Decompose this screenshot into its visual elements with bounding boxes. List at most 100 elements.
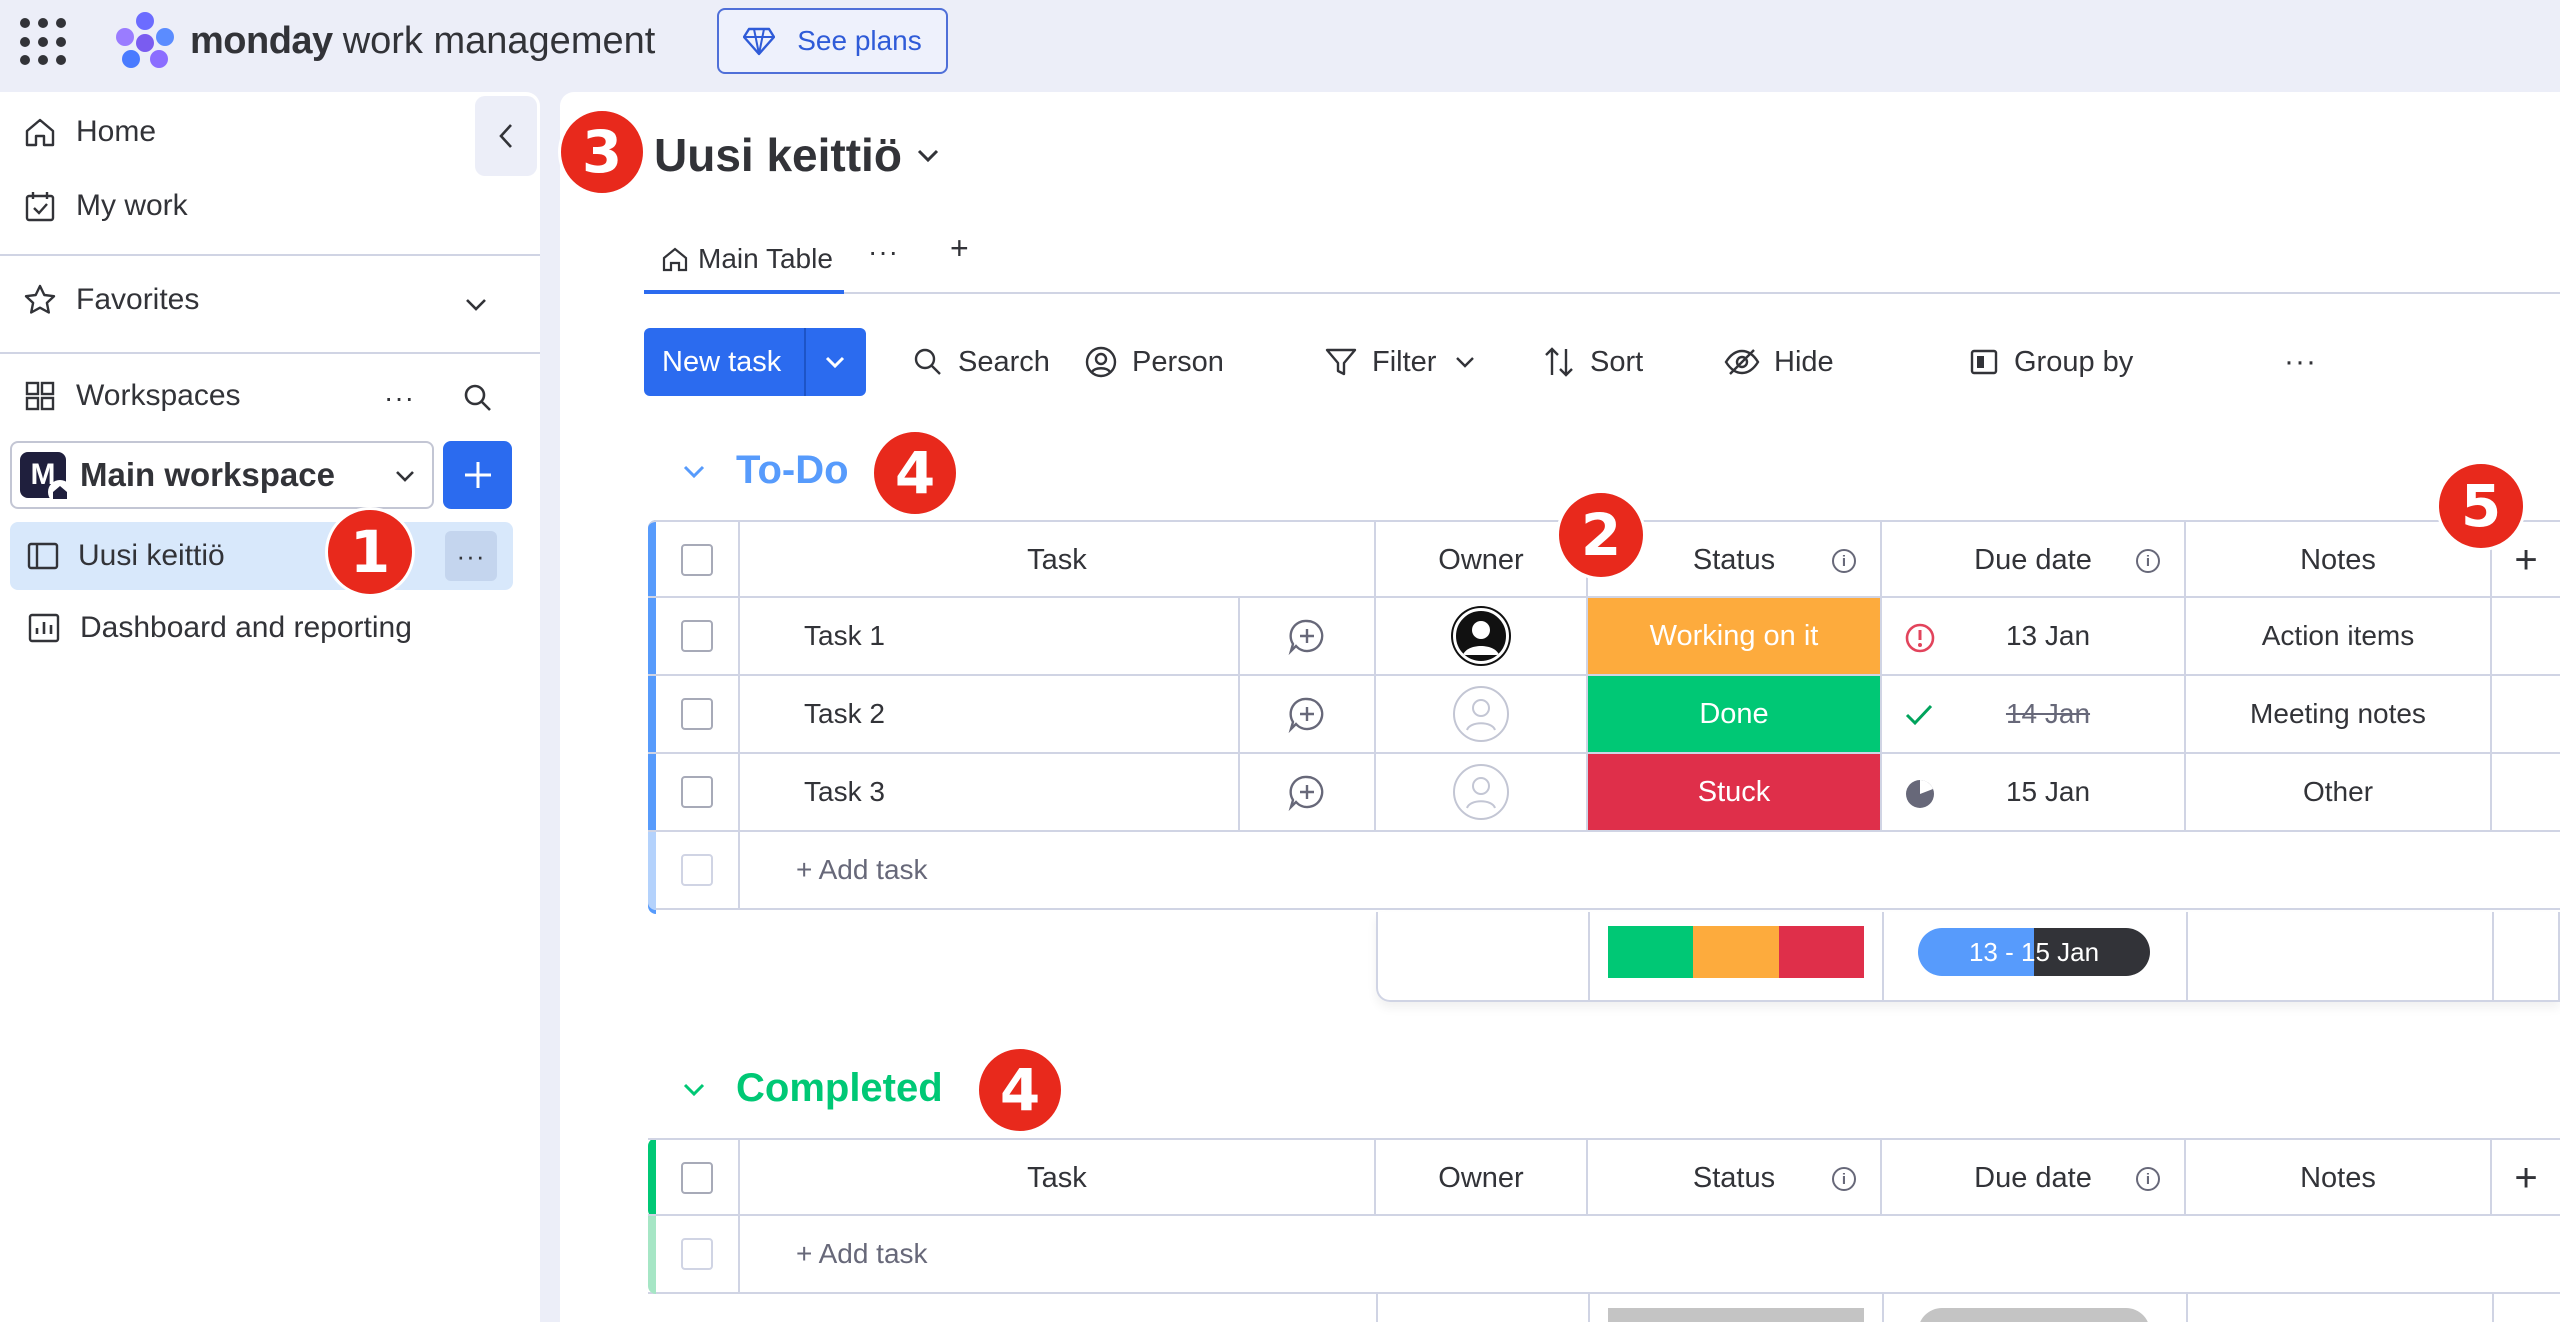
column-header-due-date[interactable]: Due date i bbox=[1882, 522, 2186, 598]
tab-divider bbox=[644, 292, 2560, 294]
filter-label: Filter bbox=[1372, 345, 1437, 378]
group-title-todo[interactable]: To-Do bbox=[680, 448, 849, 493]
select-all-checkbox[interactable] bbox=[681, 544, 713, 576]
column-header-notes[interactable]: Notes bbox=[2186, 1140, 2492, 1216]
add-update-icon[interactable] bbox=[1240, 676, 1376, 752]
empty-avatar-icon bbox=[1453, 764, 1509, 820]
brand-subtitle: work management bbox=[342, 19, 656, 62]
annotation-badge-1: 1 bbox=[325, 507, 415, 597]
apps-grid-icon[interactable] bbox=[20, 18, 68, 66]
owner-cell[interactable] bbox=[1376, 598, 1588, 674]
filter-button[interactable]: Filter bbox=[1324, 328, 1478, 396]
add-view-button[interactable]: + bbox=[950, 230, 969, 267]
table-row[interactable]: Task 3 Stuck 15 Jan Other bbox=[648, 754, 2560, 832]
workspaces-more-icon[interactable]: ··· bbox=[384, 382, 415, 414]
info-icon[interactable]: i bbox=[1832, 1167, 1856, 1191]
monday-logo[interactable]: monday work management bbox=[116, 12, 655, 70]
info-icon[interactable]: i bbox=[1832, 549, 1856, 573]
tab-label: Main Table bbox=[698, 243, 833, 274]
chevron-down-icon[interactable] bbox=[820, 348, 850, 376]
status-cell[interactable]: Working on it bbox=[1588, 598, 1882, 674]
column-header-task[interactable]: Task bbox=[740, 1140, 1376, 1216]
sidebar-item-workspaces[interactable]: Workspaces bbox=[22, 378, 241, 414]
workspace-selector[interactable]: M Main workspace bbox=[10, 441, 434, 509]
add-column-button[interactable]: + bbox=[2492, 1140, 2560, 1216]
notes-cell[interactable]: Action items bbox=[2186, 598, 2492, 674]
home-icon bbox=[662, 247, 688, 272]
toolbar-more-icon[interactable]: ··· bbox=[2284, 328, 2317, 396]
info-icon[interactable]: i bbox=[2136, 549, 2160, 573]
add-task-input[interactable]: + Add task bbox=[740, 1216, 2560, 1292]
column-header-task[interactable]: Task bbox=[740, 522, 1376, 598]
add-task-row: + Add task bbox=[648, 832, 2560, 910]
person-icon bbox=[1085, 346, 1117, 378]
notes-cell[interactable]: Other bbox=[2186, 754, 2492, 830]
tab-more-icon[interactable]: ··· bbox=[868, 236, 899, 268]
row-checkbox[interactable] bbox=[681, 698, 713, 730]
sidebar-item-favorites[interactable]: Favorites bbox=[22, 282, 199, 318]
row-checkbox[interactable] bbox=[681, 620, 713, 652]
chevron-down-icon bbox=[683, 1083, 705, 1096]
column-header-owner[interactable]: Owner bbox=[1376, 1140, 1588, 1216]
annotation-badge-2: 2 bbox=[1556, 490, 1646, 580]
task-name-cell[interactable]: Task 3 bbox=[740, 754, 1240, 830]
notes-cell[interactable]: Meeting notes bbox=[2186, 676, 2492, 752]
column-header-status[interactable]: Status i bbox=[1588, 1140, 1882, 1216]
group-title-completed[interactable]: Completed bbox=[680, 1066, 943, 1111]
add-update-icon[interactable] bbox=[1240, 598, 1376, 674]
sidebar-item-home[interactable]: Home bbox=[22, 114, 156, 150]
select-all-checkbox[interactable] bbox=[681, 1162, 713, 1194]
board-title[interactable]: Uusi keittiö bbox=[654, 128, 942, 182]
hide-button[interactable]: Hide bbox=[1724, 328, 1834, 396]
due-date-cell[interactable]: 13 Jan bbox=[1882, 598, 2186, 674]
column-header-due-date[interactable]: Due date i bbox=[1882, 1140, 2186, 1216]
clock-pie-icon bbox=[1906, 780, 1934, 808]
due-date-cell[interactable]: 14 Jan bbox=[1882, 676, 2186, 752]
info-icon[interactable]: i bbox=[2136, 1167, 2160, 1191]
add-task-input[interactable]: + Add task bbox=[740, 832, 2560, 908]
board-more-options-button[interactable]: ··· bbox=[445, 531, 497, 581]
select-all-checkbox-cell bbox=[656, 522, 740, 598]
owner-cell[interactable] bbox=[1376, 754, 1588, 830]
status-summary-bar[interactable] bbox=[1608, 926, 1864, 978]
status-cell[interactable]: Done bbox=[1588, 676, 1882, 752]
collapse-sidebar-button[interactable] bbox=[475, 96, 537, 176]
add-update-icon[interactable] bbox=[1240, 754, 1376, 830]
table-row[interactable]: Task 2 Done 14 Jan Meeting notes bbox=[648, 676, 2560, 754]
chevron-down-icon bbox=[683, 465, 705, 478]
group-by-button[interactable]: Group by bbox=[1968, 328, 2133, 396]
tab-main-table[interactable]: Main Table bbox=[644, 228, 844, 294]
search-button[interactable]: Search bbox=[912, 328, 1050, 396]
see-plans-button[interactable]: See plans bbox=[717, 8, 948, 74]
check-icon bbox=[1905, 704, 1933, 726]
row-checkbox[interactable] bbox=[681, 776, 713, 808]
monday-logo-icon bbox=[116, 12, 174, 70]
star-icon bbox=[24, 284, 56, 314]
task-name-cell[interactable]: Task 2 bbox=[740, 676, 1240, 752]
owner-cell[interactable] bbox=[1376, 676, 1588, 752]
sort-button[interactable]: Sort bbox=[1542, 328, 1643, 396]
table-row[interactable]: Task 1 Working on it 13 Jan Action items bbox=[648, 598, 2560, 676]
add-workspace-item-button[interactable] bbox=[443, 441, 512, 509]
chevron-down-icon[interactable] bbox=[462, 292, 490, 316]
new-task-button[interactable]: New task bbox=[644, 328, 866, 396]
status-summary-bar[interactable] bbox=[1608, 1308, 1864, 1322]
sidebar-item-label: Uusi keittiö bbox=[78, 539, 225, 572]
add-task-row: + Add task bbox=[648, 1216, 2560, 1294]
column-header-label: Due date bbox=[1974, 1161, 2092, 1194]
group-title-text: To-Do bbox=[736, 448, 849, 492]
search-icon[interactable] bbox=[462, 382, 494, 414]
person-filter-button[interactable]: Person bbox=[1084, 328, 1224, 396]
sidebar-item-dashboard[interactable]: Dashboard and reporting bbox=[26, 610, 412, 646]
row-checkbox bbox=[681, 854, 713, 886]
annotation-badge-4-completed: 4 bbox=[976, 1046, 1064, 1134]
sidebar-item-my-work[interactable]: My work bbox=[22, 188, 188, 224]
timeline-summary-pill[interactable]: 13 - 15 Jan bbox=[1918, 928, 2150, 976]
sidebar-item-board-uusi-keittio[interactable]: Uusi keittiö ··· bbox=[10, 522, 513, 590]
task-name-cell[interactable]: Task 1 bbox=[740, 598, 1240, 674]
see-plans-label: See plans bbox=[797, 25, 922, 56]
due-date-cell[interactable]: 15 Jan bbox=[1882, 754, 2186, 830]
timeline-summary-pill[interactable] bbox=[1918, 1308, 2150, 1322]
group-summary-row bbox=[1376, 1294, 2560, 1322]
status-cell[interactable]: Stuck bbox=[1588, 754, 1882, 830]
